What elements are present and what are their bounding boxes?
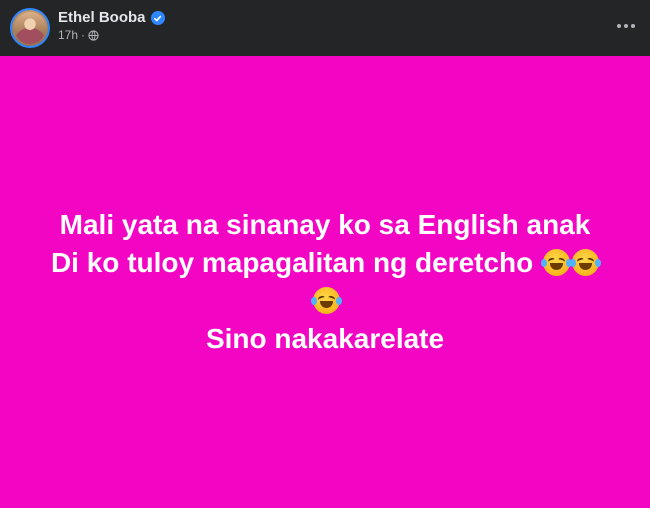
author-row: Ethel Booba xyxy=(58,9,165,27)
post-header: Ethel Booba 17h · xyxy=(0,0,650,56)
post-timestamp[interactable]: 17h xyxy=(58,28,78,42)
more-dot-icon xyxy=(617,24,621,28)
author-name[interactable]: Ethel Booba xyxy=(58,9,146,27)
post-meta: 17h · xyxy=(58,28,99,42)
rolling-laughing-emoji xyxy=(310,287,342,314)
post-text: Mali yata na sinanay ko sa English anak … xyxy=(0,206,650,358)
rolling-laughing-emoji xyxy=(570,249,602,276)
avatar[interactable] xyxy=(10,8,50,48)
more-dot-icon xyxy=(631,24,635,28)
post-line-2-text: Di ko tuloy mapagalitan ng deretcho xyxy=(50,247,534,278)
rolling-laughing-emoji xyxy=(541,249,573,276)
separator-dot: · xyxy=(81,28,86,42)
globe-icon[interactable] xyxy=(88,29,99,41)
post-line-1: Mali yata na sinanay ko sa English anak xyxy=(59,209,591,240)
post-line-3: Sino nakakarelate xyxy=(205,323,445,354)
post-line-emoji xyxy=(0,282,650,320)
post-line-2: Di ko tuloy mapagalitan ng deretcho xyxy=(0,244,650,282)
verified-badge-icon xyxy=(150,11,165,25)
more-dot-icon xyxy=(624,24,628,28)
more-options-button[interactable] xyxy=(612,12,640,40)
